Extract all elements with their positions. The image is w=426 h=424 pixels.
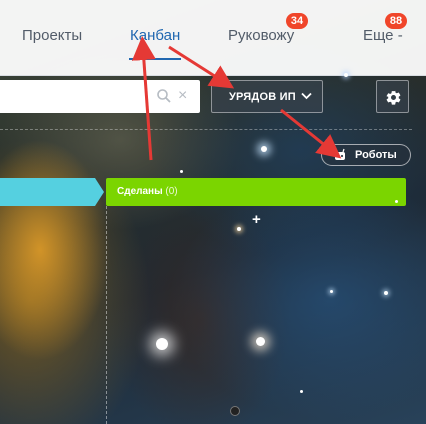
arrow-to-filter-button (168, 45, 235, 89)
arrow-to-kanban-tab (131, 36, 156, 161)
annotation-arrows (131, 36, 342, 161)
arrow-to-robots-button (280, 108, 342, 159)
